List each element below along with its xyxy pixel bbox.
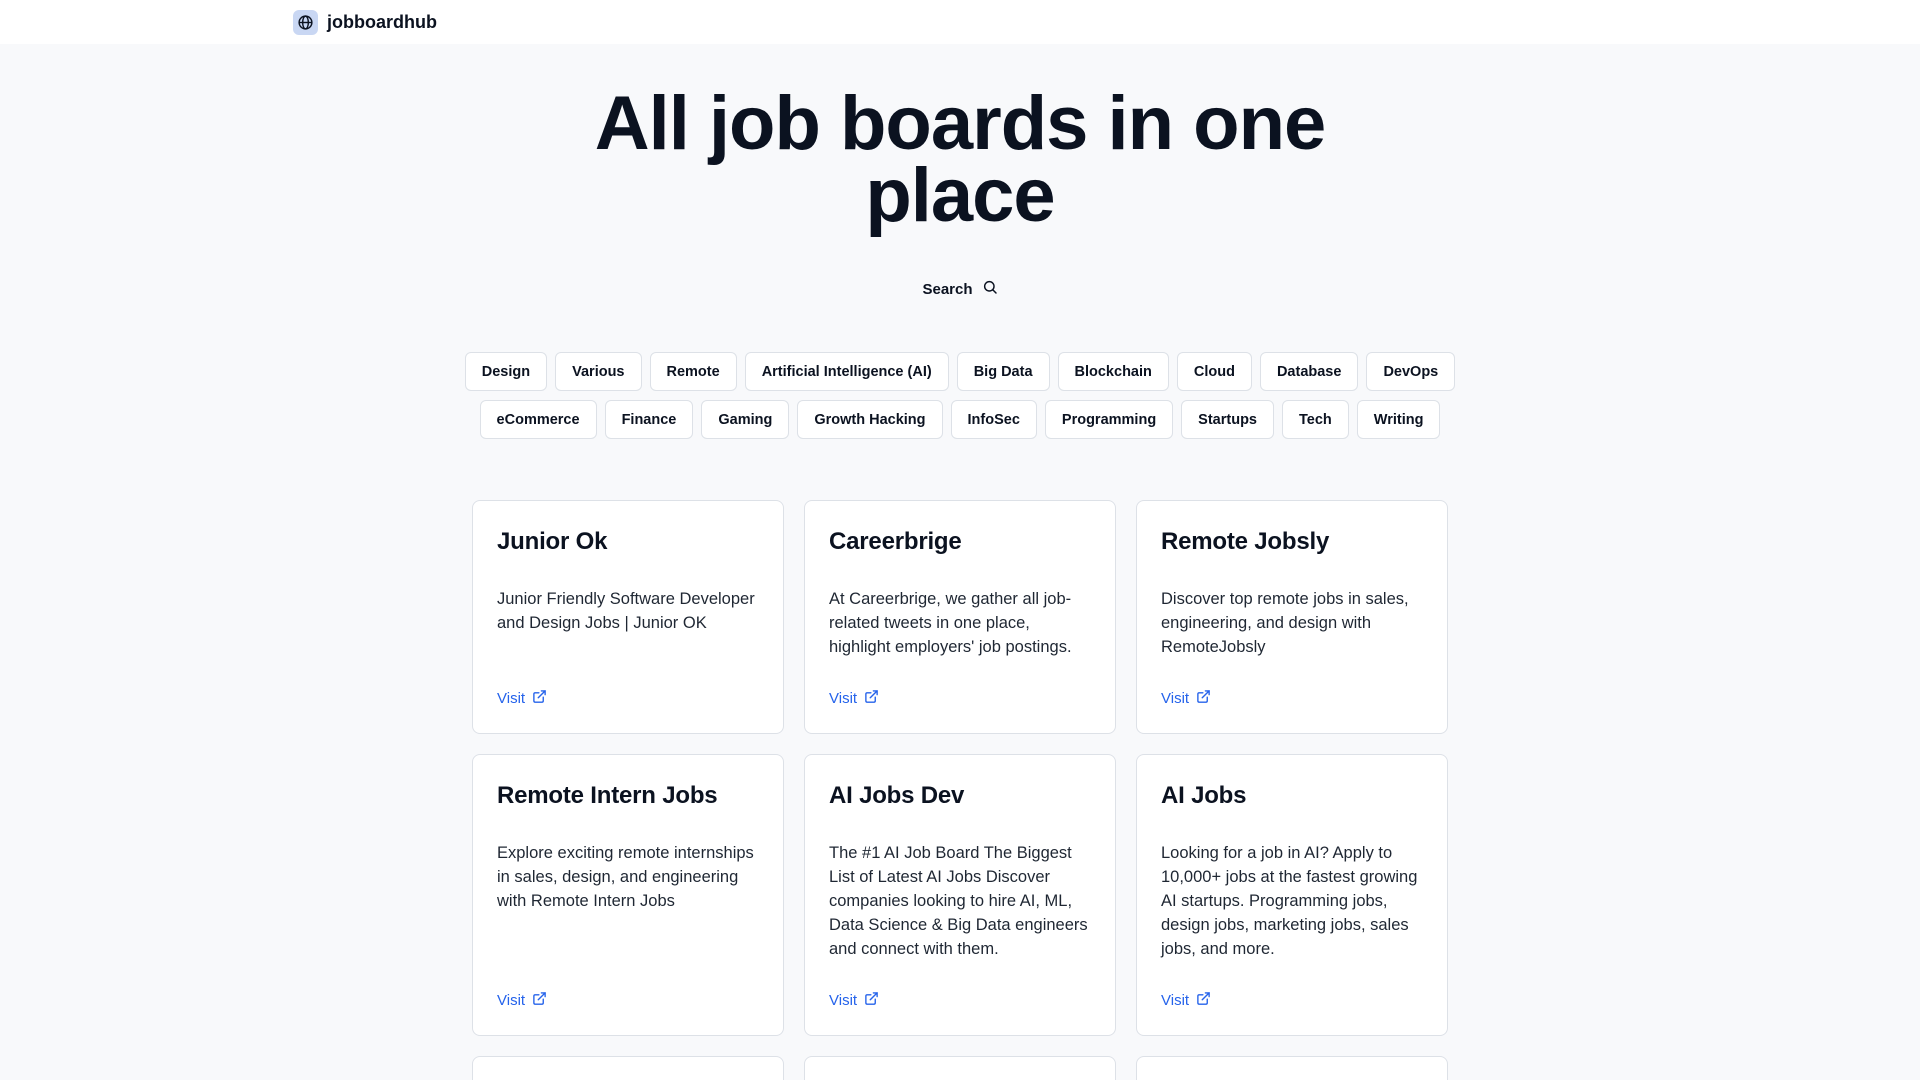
card-description: Discover top remote jobs in sales, engin… bbox=[1161, 590, 1409, 656]
brand-link[interactable]: jobboardhub bbox=[293, 9, 437, 35]
category-tag[interactable]: Finance bbox=[604, 400, 694, 439]
job-board-card bbox=[804, 1056, 1116, 1080]
visit-label: Visit bbox=[497, 690, 526, 707]
category-tag[interactable]: eCommerce bbox=[479, 400, 597, 439]
visit-label: Visit bbox=[829, 992, 858, 1009]
search-icon bbox=[982, 279, 998, 299]
external-link-icon bbox=[1196, 689, 1211, 708]
card-title: Remote Intern Jobs bbox=[497, 782, 718, 809]
card-title: Remote Jobsly bbox=[1161, 528, 1330, 555]
card-description: Looking for a job in AI? Apply to 10,000… bbox=[1161, 844, 1418, 958]
category-tag[interactable]: Artificial Intelligence (AI) bbox=[744, 352, 949, 391]
category-tag[interactable]: Writing bbox=[1356, 400, 1441, 439]
hero-title: All job boards in one place bbox=[0, 81, 1920, 238]
visit-link[interactable]: Visit bbox=[497, 991, 547, 1010]
visit-link[interactable]: Visit bbox=[1161, 689, 1211, 708]
card-title: AI Jobs bbox=[1161, 782, 1247, 809]
card-title: AI Jobs Dev bbox=[829, 782, 965, 809]
card-description: Explore exciting remote internships in s… bbox=[497, 844, 754, 910]
top-bar: jobboardhub bbox=[0, 0, 1920, 44]
job-board-card bbox=[472, 1056, 784, 1080]
search-area: Search bbox=[0, 279, 1920, 299]
card-description: Junior Friendly Software Developer and D… bbox=[497, 590, 755, 632]
job-board-card: AI Jobs Looking for a job in AI? Apply t… bbox=[1136, 754, 1448, 1036]
job-board-card: AI Jobs Dev The #1 AI Job Board The Bigg… bbox=[804, 754, 1116, 1036]
category-tag[interactable]: InfoSec bbox=[950, 400, 1037, 439]
category-tag[interactable]: Programming bbox=[1044, 400, 1174, 439]
external-link-icon bbox=[864, 991, 879, 1010]
category-tags-row-2: eCommerce Finance Gaming Growth Hacking Info… bbox=[470, 400, 1450, 439]
job-board-card: Junior Ok Junior Friendly Software Devel… bbox=[472, 500, 784, 734]
external-link-icon bbox=[532, 689, 547, 708]
card-title: Junior Ok bbox=[497, 528, 608, 555]
category-tag[interactable]: Database bbox=[1259, 352, 1359, 391]
job-board-card bbox=[1136, 1056, 1448, 1080]
category-tag[interactable]: Gaming bbox=[701, 400, 790, 439]
visit-link[interactable]: Visit bbox=[1161, 991, 1211, 1010]
search-label: Search bbox=[922, 280, 973, 298]
visit-label: Visit bbox=[1161, 992, 1190, 1009]
job-board-card: Remote Intern Jobs Explore exciting remo… bbox=[472, 754, 784, 1036]
visit-label: Visit bbox=[829, 690, 858, 707]
job-board-card: Remote Jobsly Discover top remote jobs i… bbox=[1136, 500, 1448, 734]
category-tag[interactable]: Remote bbox=[649, 352, 737, 391]
category-tag[interactable]: Tech bbox=[1282, 400, 1349, 439]
external-link-icon bbox=[864, 689, 879, 708]
visit-link[interactable]: Visit bbox=[829, 689, 879, 708]
category-tag[interactable]: Growth Hacking bbox=[797, 400, 943, 439]
visit-label: Visit bbox=[497, 992, 526, 1009]
job-board-card: Careerbrige At Careerbrige, we gather al… bbox=[804, 500, 1116, 734]
brand-name: jobboardhub bbox=[327, 11, 437, 32]
card-description: The #1 AI Job Board The Biggest List of … bbox=[829, 844, 1088, 958]
category-tag[interactable]: Design bbox=[464, 352, 548, 391]
card-description: At Careerbrige, we gather all job-relate… bbox=[829, 590, 1072, 656]
search-button[interactable]: Search bbox=[922, 279, 997, 299]
hero-title-line2: place bbox=[865, 153, 1055, 238]
category-tag[interactable]: DevOps bbox=[1366, 352, 1456, 391]
card-title: Careerbrige bbox=[829, 528, 962, 555]
external-link-icon bbox=[1196, 991, 1211, 1010]
visit-label: Visit bbox=[1161, 690, 1190, 707]
visit-link[interactable]: Visit bbox=[829, 991, 879, 1010]
category-tags-row-1: Design Various Remote Artificial Intelligen… bbox=[464, 352, 1456, 391]
visit-link[interactable]: Visit bbox=[497, 689, 547, 708]
hero-title-line1: All job boards in one bbox=[594, 81, 1327, 166]
category-tag[interactable]: Blockchain bbox=[1057, 352, 1169, 391]
category-tag[interactable]: Cloud bbox=[1176, 352, 1252, 391]
category-tag[interactable]: Various bbox=[555, 352, 642, 391]
globe-icon bbox=[293, 9, 318, 35]
category-tag[interactable]: Startups bbox=[1181, 400, 1274, 439]
category-tag[interactable]: Big Data bbox=[956, 352, 1050, 391]
external-link-icon bbox=[532, 991, 547, 1010]
